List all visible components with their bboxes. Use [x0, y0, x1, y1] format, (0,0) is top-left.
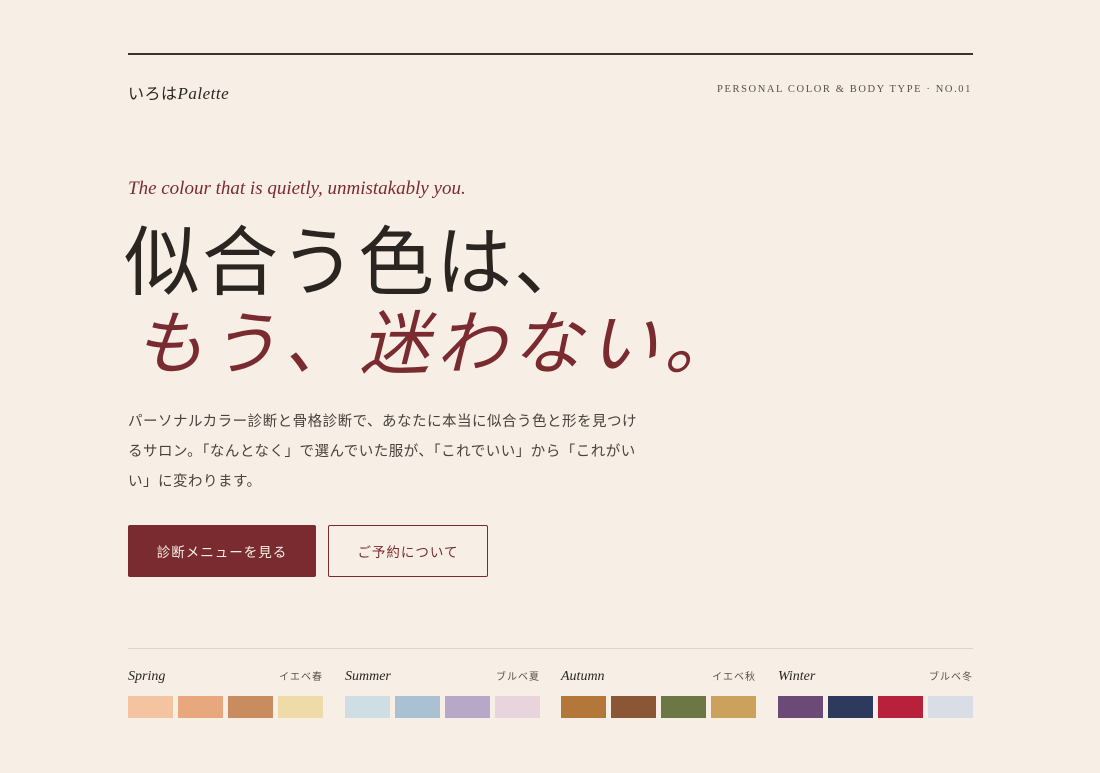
- color-swatch[interactable]: [495, 696, 540, 718]
- season-jp: ブルベ夏: [496, 672, 540, 683]
- headline-line-2: もう、迷わない。: [134, 303, 740, 385]
- color-swatch[interactable]: [878, 696, 923, 718]
- season-jp: イエベ秋: [712, 672, 756, 683]
- header-kicker: PERSONAL COLOR & BODY TYPE · NO.01: [717, 84, 972, 95]
- season-name: Winter: [778, 669, 816, 684]
- color-swatch[interactable]: [128, 696, 173, 718]
- swatch-row: [345, 696, 540, 718]
- color-swatch[interactable]: [828, 696, 873, 718]
- season-summer: Summer ブルベ夏: [345, 668, 540, 718]
- color-swatch[interactable]: [778, 696, 823, 718]
- swatch-row: [561, 696, 756, 718]
- color-swatch[interactable]: [278, 696, 323, 718]
- hero-headline: 似合う色は、 もう、迷わない。: [124, 218, 740, 385]
- brand-latin: Palette: [177, 84, 230, 103]
- color-swatch[interactable]: [445, 696, 490, 718]
- color-swatch[interactable]: [178, 696, 223, 718]
- section-divider: [128, 648, 973, 649]
- header-rule: [128, 53, 973, 55]
- season-autumn: Autumn イエベ秋: [561, 668, 756, 718]
- season-spring: Spring イエベ春: [128, 668, 323, 718]
- color-swatch[interactable]: [611, 696, 656, 718]
- color-swatch[interactable]: [928, 696, 973, 718]
- color-swatch[interactable]: [345, 696, 390, 718]
- headline-line-1: 似合う色は、: [124, 218, 592, 307]
- season-name: Spring: [128, 669, 166, 684]
- swatch-row: [128, 696, 323, 718]
- season-name: Summer: [345, 669, 391, 684]
- hero-tagline: The colour that is quietly, unmistakably…: [128, 178, 466, 199]
- season-winter: Winter ブルベ冬: [778, 668, 973, 718]
- color-swatch[interactable]: [228, 696, 273, 718]
- color-swatch[interactable]: [661, 696, 706, 718]
- color-swatch[interactable]: [395, 696, 440, 718]
- season-name: Autumn: [561, 669, 605, 684]
- color-swatch[interactable]: [711, 696, 756, 718]
- view-menu-button[interactable]: 診断メニューを見る: [128, 525, 316, 577]
- swatch-row: [778, 696, 973, 718]
- reservation-button[interactable]: ご予約について: [328, 525, 488, 577]
- season-jp: ブルベ冬: [929, 672, 973, 683]
- season-jp: イエベ春: [279, 672, 323, 683]
- brand-logo[interactable]: いろはPalette: [128, 80, 229, 104]
- brand-jp: いろは: [128, 84, 178, 103]
- color-swatch[interactable]: [561, 696, 606, 718]
- hero-lead: パーソナルカラー診断と骨格診断で、あなたに本当に似合う色と形を見つけるサロン。「…: [128, 414, 637, 490]
